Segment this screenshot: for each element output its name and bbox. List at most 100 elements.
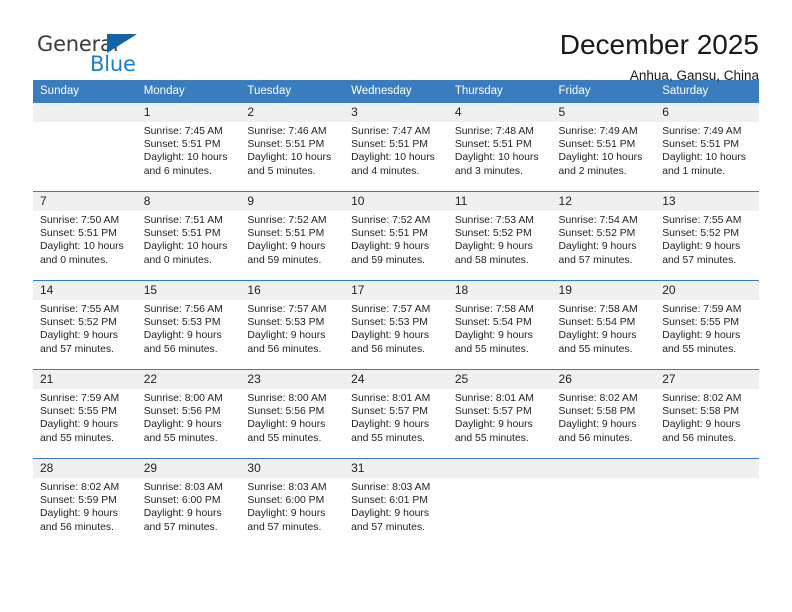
calendar-day-cell[interactable]: 21 Sunrise: 7:59 AM Sunset: 5:55 PM Dayligh… <box>33 369 137 459</box>
sunrise-text: Sunrise: 7:52 AM <box>247 215 327 226</box>
calendar-day-cell[interactable]: 13 Sunrise: 7:55 AM Sunset: 5:52 PM Dayligh… <box>655 191 759 281</box>
daylight-text: Daylight: 9 hours and 57 minutes. <box>662 241 741 266</box>
day-number: 17 <box>344 281 448 300</box>
calendar-day-cell[interactable]: 1 Sunrise: 7:45 AM Sunset: 5:51 PM Daylight… <box>136 102 241 192</box>
calendar-day-cell[interactable]: 19 Sunrise: 7:58 AM Sunset: 5:54 PM Dayligh… <box>551 280 656 370</box>
day-number: 12 <box>551 192 656 211</box>
weekday-header-wednesday: Wednesday <box>344 80 448 103</box>
weekday-header-monday: Monday <box>136 80 241 103</box>
daylight-text: Daylight: 10 hours and 0 minutes. <box>40 241 124 266</box>
calendar-day-cell[interactable]: 4 Sunrise: 7:48 AM Sunset: 5:51 PM Daylight… <box>447 102 552 192</box>
sunset-text: Sunset: 5:54 PM <box>558 317 636 329</box>
sunrise-text: Sunrise: 7:48 AM <box>454 126 534 137</box>
calendar-day-cell[interactable]: 20 Sunrise: 7:59 AM Sunset: 5:55 PM Dayligh… <box>655 280 759 370</box>
calendar-day-cell[interactable]: 25 Sunrise: 8:01 AM Sunset: 5:57 PM Dayligh… <box>447 369 552 459</box>
calendar-day-cell-empty <box>551 458 656 548</box>
calendar-day-cell[interactable]: 9 Sunrise: 7:52 AM Sunset: 5:51 PM Daylight… <box>240 191 345 281</box>
day-details: Sunrise: 8:02 AM Sunset: 5:58 PM Daylight:… <box>552 389 656 445</box>
calendar-day-cell[interactable]: 8 Sunrise: 7:51 AM Sunset: 5:51 PM Daylight… <box>136 191 241 281</box>
calendar-day-cell[interactable]: 10 Sunrise: 7:52 AM Sunset: 5:51 PM Dayligh… <box>344 191 448 281</box>
day-details: Sunrise: 7:57 AM Sunset: 5:53 PM Daylight:… <box>344 300 448 356</box>
sunset-text: Sunset: 5:51 PM <box>351 139 428 151</box>
calendar-day-cell[interactable]: 5 Sunrise: 7:49 AM Sunset: 5:51 PM Daylight… <box>551 102 656 192</box>
calendar-day-cell[interactable]: 28 Sunrise: 8:02 AM Sunset: 5:59 PM Dayligh… <box>33 458 137 548</box>
sunset-text: Sunset: 6:00 PM <box>247 495 325 507</box>
calendar-day-cell[interactable]: 29 Sunrise: 8:03 AM Sunset: 6:00 PM Dayligh… <box>136 458 241 548</box>
calendar-day-cell[interactable]: 17 Sunrise: 7:57 AM Sunset: 5:53 PM Dayligh… <box>344 280 448 370</box>
sunset-text: Sunset: 5:53 PM <box>351 317 428 329</box>
day-number: 10 <box>344 192 448 211</box>
calendar-day-cell[interactable]: 15 Sunrise: 7:56 AM Sunset: 5:53 PM Dayligh… <box>136 280 241 370</box>
daylight-text: Daylight: 10 hours and 3 minutes. <box>454 152 539 177</box>
sunset-text: Sunset: 5:56 PM <box>143 406 221 418</box>
calendar-day-cell[interactable]: 27 Sunrise: 8:02 AM Sunset: 5:58 PM Dayligh… <box>655 369 759 459</box>
weekday-header-sunday: Sunday <box>33 80 137 103</box>
calendar-day-cell[interactable]: 11 Sunrise: 7:53 AM Sunset: 5:52 PM Dayligh… <box>447 191 552 281</box>
day-number: 9 <box>240 192 345 211</box>
daylight-text: Daylight: 9 hours and 56 minutes. <box>40 508 118 533</box>
day-number <box>447 459 552 478</box>
sunset-text: Sunset: 5:52 PM <box>558 228 636 240</box>
sunset-text: Sunset: 5:52 PM <box>40 317 117 329</box>
day-details: Sunrise: 7:58 AM Sunset: 5:54 PM Daylight:… <box>552 300 656 356</box>
calendar-day-cell[interactable]: 7 Sunrise: 7:50 AM Sunset: 5:51 PM Daylight… <box>33 191 137 281</box>
day-number: 28 <box>33 459 137 478</box>
calendar-day-cell[interactable]: 12 Sunrise: 7:54 AM Sunset: 5:52 PM Dayligh… <box>551 191 656 281</box>
sunrise-text: Sunrise: 7:55 AM <box>40 304 120 315</box>
sunrise-text: Sunrise: 7:58 AM <box>454 304 534 315</box>
day-details: Sunrise: 7:48 AM Sunset: 5:51 PM Daylight:… <box>448 122 552 178</box>
calendar-day-cell[interactable]: 31 Sunrise: 8:03 AM Sunset: 6:01 PM Dayligh… <box>344 458 448 548</box>
logo-text-blue: Blue <box>90 52 136 76</box>
sunrise-text: Sunrise: 8:03 AM <box>143 482 223 493</box>
daylight-text: Daylight: 9 hours and 56 minutes. <box>247 330 326 355</box>
calendar-body: 1 Sunrise: 7:45 AM Sunset: 5:51 PM Daylight… <box>33 102 759 548</box>
day-number: 6 <box>655 103 759 122</box>
daylight-text: Daylight: 9 hours and 55 minutes. <box>454 419 533 444</box>
day-number: 1 <box>136 103 241 122</box>
day-details: Sunrise: 7:54 AM Sunset: 5:52 PM Daylight:… <box>552 211 656 267</box>
sunrise-text: Sunrise: 8:01 AM <box>454 393 534 404</box>
day-details: Sunrise: 8:00 AM Sunset: 5:56 PM Daylight:… <box>240 389 344 445</box>
sunrise-text: Sunrise: 7:57 AM <box>351 304 431 315</box>
calendar-day-cell[interactable]: 2 Sunrise: 7:46 AM Sunset: 5:51 PM Daylight… <box>240 102 345 192</box>
calendar-week-row: 14 Sunrise: 7:55 AM Sunset: 5:52 PM Dayligh… <box>33 280 759 370</box>
daylight-text: Daylight: 9 hours and 56 minutes. <box>662 419 741 444</box>
sunset-text: Sunset: 5:55 PM <box>662 317 740 329</box>
calendar-day-cell[interactable]: 22 Sunrise: 8:00 AM Sunset: 5:56 PM Dayligh… <box>136 369 241 459</box>
calendar-day-cell[interactable]: 30 Sunrise: 8:03 AM Sunset: 6:00 PM Dayligh… <box>240 458 345 548</box>
weekday-header-thursday: Thursday <box>447 80 552 103</box>
calendar-day-cell[interactable]: 6 Sunrise: 7:49 AM Sunset: 5:51 PM Daylight… <box>655 102 759 192</box>
day-number: 14 <box>33 281 137 300</box>
day-details: Sunrise: 8:03 AM Sunset: 6:01 PM Daylight:… <box>344 478 448 534</box>
sunrise-text: Sunrise: 7:47 AM <box>351 126 431 137</box>
page-header: General Blue December 2025 Anhua, Gansu,… <box>33 0 759 84</box>
calendar-day-cell[interactable]: 26 Sunrise: 8:02 AM Sunset: 5:58 PM Dayligh… <box>551 369 656 459</box>
sunset-text: Sunset: 5:51 PM <box>351 228 428 240</box>
calendar-day-cell[interactable]: 3 Sunrise: 7:47 AM Sunset: 5:51 PM Daylight… <box>344 102 448 192</box>
sunrise-text: Sunrise: 8:00 AM <box>143 393 223 404</box>
day-details: Sunrise: 8:02 AM Sunset: 5:58 PM Daylight:… <box>655 389 759 445</box>
daylight-text: Daylight: 9 hours and 55 minutes. <box>558 330 637 355</box>
calendar-week-row: 1 Sunrise: 7:45 AM Sunset: 5:51 PM Daylight… <box>33 102 759 192</box>
day-number: 2 <box>240 103 345 122</box>
sunset-text: Sunset: 5:54 PM <box>454 317 532 329</box>
calendar-week-row: 28 Sunrise: 8:02 AM Sunset: 5:59 PM Dayligh… <box>33 458 759 548</box>
daylight-text: Daylight: 9 hours and 59 minutes. <box>247 241 326 266</box>
daylight-text: Daylight: 9 hours and 55 minutes. <box>351 419 430 444</box>
day-number: 31 <box>344 459 448 478</box>
sunset-text: Sunset: 5:51 PM <box>40 228 117 240</box>
calendar-day-cell[interactable]: 18 Sunrise: 7:58 AM Sunset: 5:54 PM Dayligh… <box>447 280 552 370</box>
calendar-day-cell[interactable]: 16 Sunrise: 7:57 AM Sunset: 5:53 PM Dayligh… <box>240 280 345 370</box>
daylight-text: Daylight: 9 hours and 55 minutes. <box>40 419 118 444</box>
calendar-day-cell[interactable]: 14 Sunrise: 7:55 AM Sunset: 5:52 PM Dayligh… <box>33 280 137 370</box>
sunset-text: Sunset: 5:52 PM <box>662 228 740 240</box>
calendar-day-cell[interactable]: 24 Sunrise: 8:01 AM Sunset: 5:57 PM Dayligh… <box>344 369 448 459</box>
sunrise-text: Sunrise: 8:03 AM <box>351 482 431 493</box>
day-number: 4 <box>447 103 552 122</box>
day-number: 30 <box>240 459 345 478</box>
calendar-table: Sunday Monday Tuesday Wednesday Thursday… <box>33 80 759 548</box>
day-details: Sunrise: 7:59 AM Sunset: 5:55 PM Daylight:… <box>33 389 137 445</box>
day-number: 7 <box>33 192 137 211</box>
calendar-day-cell[interactable]: 23 Sunrise: 8:00 AM Sunset: 5:56 PM Dayligh… <box>240 369 345 459</box>
sunrise-text: Sunrise: 7:59 AM <box>40 393 120 404</box>
